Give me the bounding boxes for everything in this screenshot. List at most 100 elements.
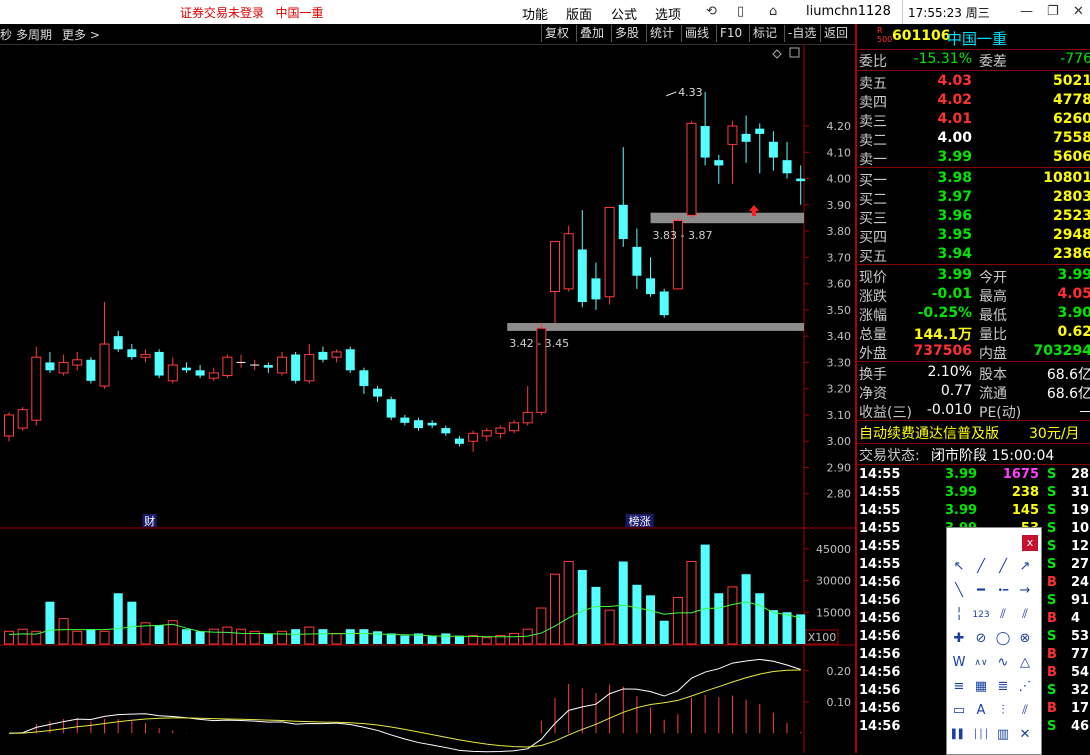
chart-toolbar: 秒 多周期 更多 > 复权 叠加 多股 统计 画线 F10 标记 -自选 返回 xyxy=(0,24,855,45)
volume-bar xyxy=(700,544,710,644)
circle-tool-icon[interactable]: ◯ xyxy=(994,630,1012,648)
stock-title: 中国一重 xyxy=(275,6,324,20)
segment-tool-icon[interactable]: ╲ xyxy=(950,582,968,600)
price-tick-label: 3.70 xyxy=(827,251,852,264)
bid-level-label: 买三 xyxy=(859,211,887,227)
menu-options[interactable]: 选项 xyxy=(655,4,681,23)
gann-angle-tool-icon[interactable]: ≣ xyxy=(994,678,1012,696)
fund-label: 股本 xyxy=(979,367,1007,383)
zone-label: 3.42 - 3.45 xyxy=(509,337,569,350)
cross-tool-icon[interactable]: ✚ xyxy=(950,630,968,648)
mark-button[interactable]: 标记 xyxy=(749,25,780,42)
arrow-line-tool-icon[interactable]: ↗ xyxy=(1016,558,1034,576)
time-cycle-tool-icon[interactable]: ⊘ xyxy=(972,630,990,648)
wave-tool-icon[interactable]: W xyxy=(950,654,968,672)
tick-row[interactable]: 14:55 3.99 1675 S 28 xyxy=(859,467,1090,485)
tick-count: 91 xyxy=(1071,593,1090,608)
fund-value: -0.010 xyxy=(926,402,972,418)
text-tool-icon[interactable]: A xyxy=(972,702,990,720)
tick-row[interactable]: 14:55 3.99 238 S 31 xyxy=(859,485,1090,503)
stat-value: 3.99 xyxy=(1057,267,1090,283)
fib-fan-tool-icon[interactable]: ⫶ xyxy=(994,702,1012,720)
triangle-tool-icon[interactable]: △ xyxy=(1016,654,1034,672)
gann-square-tool-icon[interactable]: ▦ xyxy=(972,678,990,696)
volume-bar xyxy=(400,635,410,644)
channel-tool-icon[interactable]: ⫽ xyxy=(1016,606,1034,624)
menu-formula[interactable]: 公式 xyxy=(611,4,637,23)
menu-layout[interactable]: 版面 xyxy=(566,4,592,23)
multi-stock-button[interactable]: 多股 xyxy=(611,25,642,42)
period-tool-icon[interactable]: │││ xyxy=(972,726,990,744)
tick-count: 19 xyxy=(1071,503,1090,518)
price-tick-label: 3.00 xyxy=(827,435,852,448)
fan-tool-icon[interactable]: ⊗ xyxy=(1016,630,1034,648)
tick-row[interactable]: 14:55 3.99 145 S 19 xyxy=(859,503,1090,521)
stat-label: 涨跌 xyxy=(859,289,887,305)
tick-count: 24 xyxy=(1071,575,1090,590)
golden-tool-icon[interactable]: ▥ xyxy=(994,726,1012,744)
promo-price[interactable]: 30元/月 xyxy=(1029,423,1080,443)
vline-tool-icon[interactable]: ╎ xyxy=(950,606,968,624)
stat-value: 3.90 xyxy=(1057,305,1090,321)
arrow-tool-icon[interactable]: → xyxy=(1016,582,1034,600)
event-marker: 榜涨 xyxy=(629,514,651,528)
hline-tool-icon[interactable]: ━ xyxy=(972,582,990,600)
clock: 17:55:23 周三 xyxy=(908,6,990,20)
phone-icon[interactable]: ▯ xyxy=(737,4,744,19)
speed-tool-icon[interactable]: ⋰ xyxy=(1016,678,1034,696)
candle-body xyxy=(468,432,479,442)
weibi-row: 委比 -15.31% 委差 -776 xyxy=(859,51,1090,70)
promo-text[interactable]: 自动续费通达信普及版 xyxy=(859,423,999,443)
back-button[interactable]: 返回 xyxy=(820,25,851,42)
username[interactable]: liumchn1128 xyxy=(806,4,891,19)
candle-body xyxy=(31,356,42,421)
stat-label: 涨幅 xyxy=(859,308,887,324)
ray-tool-icon[interactable]: ╱ xyxy=(994,558,1012,576)
period-seconds[interactable]: 秒 xyxy=(0,26,12,43)
stat-value: 4.05 xyxy=(1057,286,1090,302)
overlay-button[interactable]: 叠加 xyxy=(576,25,607,42)
candle-body xyxy=(700,126,710,158)
cursor-tool-icon[interactable]: ↖ xyxy=(950,558,968,576)
volume-bar xyxy=(550,573,560,645)
fib-tool-icon[interactable]: ≡ xyxy=(950,678,968,696)
volume-bar xyxy=(17,628,28,645)
delete-tool-icon[interactable]: ✕ xyxy=(1016,726,1034,744)
ray-hline-tool-icon[interactable]: •━ xyxy=(994,582,1012,600)
multi-period-button[interactable]: 多周期 xyxy=(16,26,52,43)
elliott-tool-icon[interactable]: ∿ xyxy=(994,654,1012,672)
macd-dea-line xyxy=(8,669,801,748)
fib-arc-tool-icon[interactable]: ⫽ xyxy=(1016,702,1034,720)
bid-price: 3.94 xyxy=(937,246,972,262)
close-icon[interactable]: ✕ xyxy=(1073,4,1084,19)
minimize-icon[interactable]: — xyxy=(1020,4,1033,19)
palette-close-button[interactable]: x xyxy=(1022,535,1038,551)
tick-count: 77 xyxy=(1071,647,1090,662)
promo-banner[interactable]: 自动续费通达信普及版 30元/月 xyxy=(859,423,1090,442)
restore-icon[interactable]: ❐ xyxy=(1047,4,1059,19)
f10-button[interactable]: F10 xyxy=(716,25,745,42)
adjust-button[interactable]: 复权 xyxy=(541,25,572,42)
zigzag-tool-icon[interactable]: ∧∨ xyxy=(972,654,990,672)
parallel-tool-icon[interactable]: ⫽ xyxy=(994,606,1012,624)
login-warning[interactable]: 证券交易未登录 中国一重 xyxy=(180,4,323,21)
tag-icon[interactable]: ⌂ xyxy=(769,4,777,19)
refresh-icon[interactable]: ⟲ xyxy=(706,4,717,19)
fund-label: 换手 xyxy=(859,367,887,383)
stats-button[interactable]: 统计 xyxy=(646,25,677,42)
draw-button[interactable]: 画线 xyxy=(681,25,712,42)
candle-body xyxy=(509,422,520,432)
candle-body xyxy=(441,428,451,434)
volume-bar xyxy=(181,629,191,644)
stat-value: 703294 xyxy=(1033,343,1090,359)
bar-tool-icon[interactable]: ▌▌ xyxy=(950,726,968,744)
remove-favorite-button[interactable]: -自选 xyxy=(784,25,819,42)
line-tool-icon[interactable]: ╱ xyxy=(972,558,990,576)
ask-row: 卖一 3.99 5606 xyxy=(859,149,1090,168)
kline-chart[interactable]: 4.20 4.10 4.00 3.90 3.80 3.70 3.60 3.50 3.40 3.30… xyxy=(0,44,855,753)
menu-functions[interactable]: 功能 xyxy=(522,4,548,23)
rect-tool-icon[interactable]: ▭ xyxy=(950,702,968,720)
more-button[interactable]: 更多 > xyxy=(62,26,100,43)
price-label-tool-icon[interactable]: 123 xyxy=(972,606,990,624)
volume-bar xyxy=(99,630,110,645)
